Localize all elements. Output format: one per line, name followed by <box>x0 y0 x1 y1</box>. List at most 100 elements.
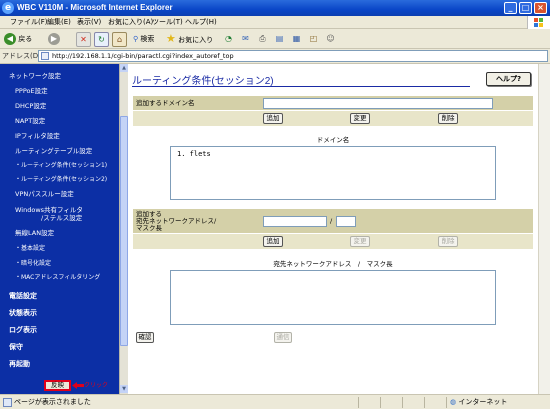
confirm-button[interactable]: 確認 <box>136 332 154 343</box>
discuss-icon[interactable]: ▦ <box>290 32 303 45</box>
mail-icon[interactable]: ✉ <box>239 32 252 45</box>
sidebar-item-napt[interactable]: NAPT設定 <box>15 117 45 126</box>
history-icon[interactable]: ◔ <box>222 32 235 45</box>
globe-icon: ◍ <box>450 398 457 406</box>
maximize-button[interactable]: □ <box>519 2 532 14</box>
sidebar-item-wlan[interactable]: 無線LAN設定 <box>15 229 54 238</box>
domain-field-label: 追加するドメイン名 <box>136 99 195 107</box>
domain-add-button[interactable]: 追加 <box>263 113 283 124</box>
title-underline <box>132 86 470 87</box>
sidebar-item-maintenance[interactable]: 保守 <box>9 343 23 352</box>
minimize-button[interactable]: _ <box>504 2 517 14</box>
apply-hint-text: クリック <box>84 382 109 389</box>
print-icon[interactable]: ⎙ <box>256 32 269 45</box>
domain-listbox[interactable]: 1. flets <box>170 146 496 200</box>
status-divider <box>446 397 447 408</box>
menu-edit[interactable]: 編集(E) <box>47 17 71 28</box>
domain-input[interactable] <box>263 98 493 109</box>
status-bar: ページが表示されました ◍ インターネット <box>0 394 550 409</box>
sidebar-item-stealth[interactable]: /ステルス設定 <box>41 214 82 223</box>
status-divider <box>380 397 381 408</box>
window-title: WBC V110M - Microsoft Internet Explorer <box>17 3 173 12</box>
sidebar-item-reboot[interactable]: 再起動 <box>9 360 30 369</box>
close-button[interactable]: × <box>534 2 547 14</box>
status-divider <box>424 397 425 408</box>
ie-icon: e <box>2 2 14 14</box>
menu-file[interactable]: ファイル(F) <box>10 17 48 28</box>
network-change-button: 変更 <box>350 236 370 247</box>
sidebar-scrollbar[interactable]: ▲ ▼ <box>119 64 128 394</box>
refresh-icon[interactable]: ↻ <box>94 32 109 47</box>
toolbar: ◀ 戻る ▶ ✕ ↻ ⌂ ⚲ 検索 ★ お気に入り ◔ ✉ ⎙ ▤ ▦ ◰ ☺ <box>0 29 550 49</box>
address-url: http://192.168.1.1/cgi-bin/paractl.cgi?i… <box>52 52 234 60</box>
messenger-icon[interactable]: ☺ <box>324 32 337 45</box>
network-slash: / <box>330 217 333 225</box>
sidebar-item-ipfilter[interactable]: IPフィルタ設定 <box>15 132 60 141</box>
mask-length-input[interactable] <box>336 216 356 227</box>
network-input-row: 追加する 宛先ネットワークアドレス/ マスク長 / <box>133 209 533 233</box>
menu-bar: ファイル(F) 編集(E) 表示(V) お気に入り(A) ツール(T) ヘルプ(… <box>0 16 550 29</box>
domain-list-item[interactable]: 1. flets <box>177 150 211 159</box>
windows-logo-icon <box>527 16 550 29</box>
back-button[interactable]: ◀ 戻る <box>4 32 32 46</box>
search-button[interactable]: ⚲ 検索 <box>133 32 154 46</box>
domain-change-button[interactable]: 変更 <box>350 113 370 124</box>
network-address-input[interactable] <box>263 216 327 227</box>
address-label: アドレス(D) <box>2 52 41 60</box>
sidebar-item-status[interactable]: 状態表示 <box>9 309 37 318</box>
zone-label: インターネット <box>458 398 508 406</box>
sidebar-item-phone[interactable]: 電話設定 <box>9 292 37 301</box>
stop-icon[interactable]: ✕ <box>76 32 91 47</box>
favorites-button[interactable]: ★ お気に入り <box>166 32 213 46</box>
menu-tools[interactable]: ツール(T) <box>152 17 183 28</box>
network-listbox[interactable] <box>170 270 496 325</box>
help-button[interactable]: ヘルプ? <box>486 72 531 86</box>
domain-buttons-row: 追加 変更 削除 <box>133 111 533 126</box>
search-label: 検索 <box>140 35 155 43</box>
sidebar-item-network[interactable]: ネットワーク設定 <box>9 72 61 81</box>
research-icon[interactable]: ◰ <box>307 32 320 45</box>
apply-button[interactable]: 反映 <box>44 380 71 391</box>
main-content: ルーティング条件(セッション2) ヘルプ? 追加するドメイン名 追加 変更 削除… <box>128 64 538 394</box>
scroll-down-icon[interactable]: ▼ <box>120 385 128 393</box>
main-scrollbar[interactable] <box>538 64 550 394</box>
search-icon: ⚲ <box>133 35 139 43</box>
sidebar-item-routing-session1[interactable]: ・ルーティング条件(セッション1) <box>15 161 107 170</box>
menu-favorites[interactable]: お気に入り(A) <box>108 17 153 28</box>
page-status-icon <box>3 398 12 407</box>
menu-view[interactable]: 表示(V) <box>77 17 101 28</box>
address-bar: アドレス(D) http://192.168.1.1/cgi-bin/parac… <box>0 49 550 64</box>
sidebar-item-pppoe[interactable]: PPPoE設定 <box>15 87 48 96</box>
page-title: ルーティング条件(セッション2) <box>132 76 274 87</box>
menu-help[interactable]: ヘルプ(H) <box>185 17 217 28</box>
sidebar-item-wlan-basic[interactable]: ・基本設定 <box>15 244 45 253</box>
status-divider <box>402 397 403 408</box>
sidebar-item-dhcp[interactable]: DHCP設定 <box>15 102 46 111</box>
sidebar-item-mac-filter[interactable]: ・MACアドレスフィルタリング <box>15 273 100 282</box>
sidebar-item-log[interactable]: ログ表示 <box>9 326 37 335</box>
edit-icon[interactable]: ▤ <box>273 32 286 45</box>
network-list-caption: 宛先ネットワークアドレス / マスク長 <box>273 260 393 268</box>
address-input[interactable]: http://192.168.1.1/cgi-bin/paractl.cgi?i… <box>38 50 548 62</box>
status-divider <box>358 397 359 408</box>
forward-arrow-icon: ▶ <box>48 33 60 45</box>
back-arrow-icon: ◀ <box>4 33 16 45</box>
sidebar-item-routing-table[interactable]: ルーティングテーブル設定 <box>15 147 92 156</box>
network-delete-button: 削除 <box>438 236 458 247</box>
sidebar-item-routing-session2[interactable]: ・ルーティング条件(セッション2) <box>15 175 107 184</box>
sidebar-menu: ネットワーク設定 PPPoE設定 DHCP設定 NAPT設定 IPフィルタ設定 … <box>0 64 128 394</box>
favorites-star-icon: ★ <box>166 32 176 45</box>
forward-button[interactable]: ▶ <box>48 32 60 46</box>
home-icon[interactable]: ⌂ <box>112 32 127 47</box>
domain-delete-button[interactable]: 削除 <box>438 113 458 124</box>
scroll-up-icon[interactable]: ▲ <box>120 64 128 72</box>
page-icon <box>41 52 49 60</box>
network-buttons-row: 追加 変更 削除 <box>133 234 533 249</box>
sidebar-item-vpn[interactable]: VPNパススルー設定 <box>15 190 74 199</box>
sidebar-item-wlan-encryption[interactable]: ・暗号化設定 <box>15 259 51 268</box>
domain-list-caption: ドメイン名 <box>316 136 350 144</box>
back-label: 戻る <box>18 35 33 43</box>
title-bar: e WBC V110M - Microsoft Internet Explore… <box>0 0 550 16</box>
sidebar-scroll-thumb[interactable] <box>120 116 128 346</box>
network-add-button[interactable]: 追加 <box>263 236 283 247</box>
